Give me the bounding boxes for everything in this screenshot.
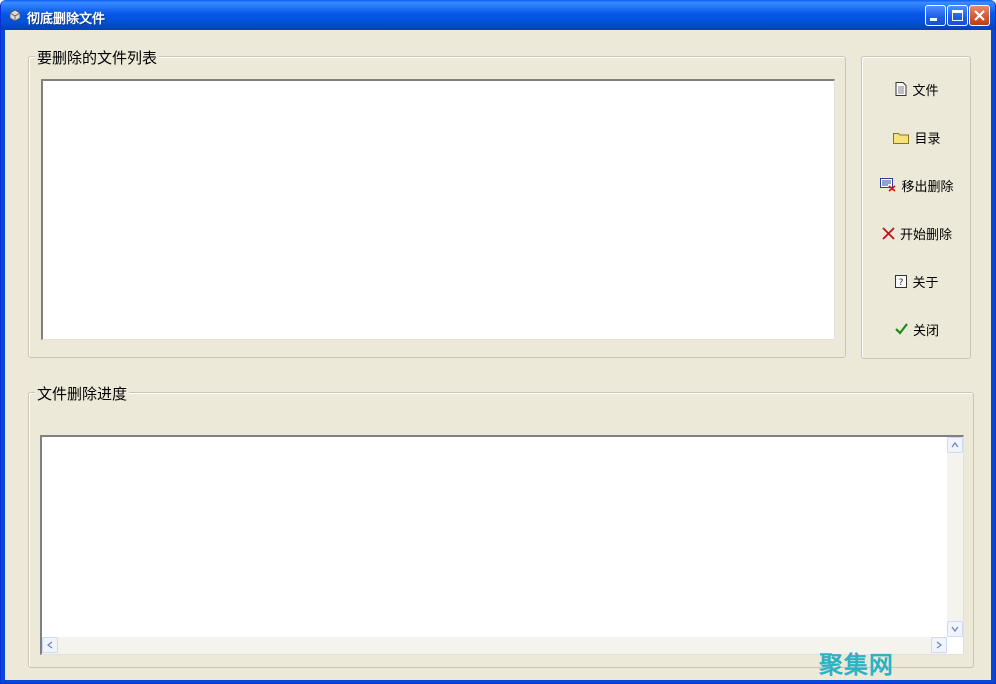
close-icon (974, 10, 985, 21)
remove-from-list-button[interactable]: 移出删除 (862, 173, 972, 197)
minimize-button[interactable] (925, 5, 946, 26)
window-title: 彻底删除文件 (27, 12, 106, 27)
scroll-left-button[interactable] (42, 637, 58, 653)
minimize-icon (930, 18, 937, 21)
horizontal-scrollbar[interactable] (42, 637, 947, 654)
checkmark-icon (895, 323, 908, 335)
close-button[interactable] (969, 5, 990, 26)
file-list-label: 要删除的文件列表 (35, 47, 160, 68)
scroll-right-icon (936, 641, 942, 649)
app-window: 彻底删除文件 要删除的文件列表 文件 目录 移出删除 开始删除 ? 关于 关闭 … (0, 0, 996, 684)
watermark: 聚集网 (819, 651, 894, 679)
remove-from-list-label: 移出删除 (901, 179, 954, 195)
scroll-down-button[interactable] (947, 621, 963, 637)
scroll-up-button[interactable] (947, 437, 963, 453)
scroll-left-icon (47, 641, 53, 649)
client-area: 要删除的文件列表 文件 目录 移出删除 开始删除 ? 关于 关闭 文件删除进度 (5, 30, 991, 680)
add-file-label: 文件 (912, 83, 939, 99)
maximize-icon (952, 10, 963, 21)
progress-label: 文件删除进度 (35, 383, 130, 404)
add-file-button[interactable]: 文件 (862, 77, 972, 101)
progress-group: 文件删除进度 (28, 383, 974, 668)
scroll-right-button[interactable] (931, 637, 947, 653)
add-directory-label: 目录 (914, 131, 941, 147)
scroll-down-icon (951, 626, 959, 632)
maximize-button[interactable] (947, 5, 968, 26)
help-icon: ? (895, 274, 908, 288)
button-panel: 文件 目录 移出删除 开始删除 ? 关于 关闭 (861, 56, 971, 359)
folder-icon (893, 132, 910, 144)
title-bar[interactable]: 彻底删除文件 (1, 0, 995, 30)
start-delete-label: 开始删除 (899, 227, 952, 243)
document-icon (895, 82, 907, 96)
progress-log-box[interactable] (40, 435, 964, 655)
app-icon (9, 9, 21, 22)
start-delete-button[interactable]: 开始删除 (862, 221, 972, 245)
vertical-scrollbar[interactable] (947, 437, 963, 637)
about-button[interactable]: ? 关于 (862, 269, 972, 293)
add-directory-button[interactable]: 目录 (862, 125, 972, 149)
file-list-box[interactable] (41, 79, 835, 340)
close-dialog-button[interactable]: 关闭 (862, 317, 972, 341)
close-dialog-label: 关闭 (912, 323, 939, 339)
svg-text:?: ? (899, 278, 904, 288)
file-list-group: 要删除的文件列表 (28, 47, 846, 358)
scroll-up-icon (951, 442, 959, 448)
about-label: 关于 (912, 275, 939, 291)
red-x-icon (882, 226, 895, 240)
remove-from-list-icon (880, 178, 896, 192)
